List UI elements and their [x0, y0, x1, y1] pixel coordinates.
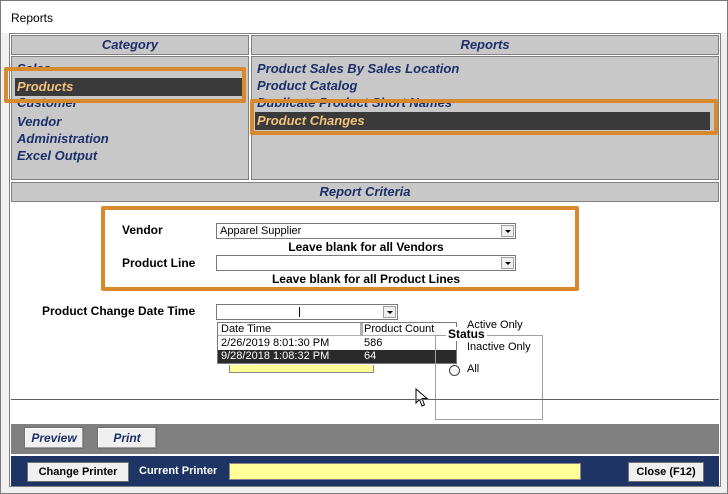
report-criteria-header: Report Criteria — [11, 182, 719, 202]
report-item-sales-by-location[interactable]: Product Sales By Sales Location — [257, 61, 459, 76]
radio-all[interactable]: All — [449, 363, 549, 377]
radio-active-only[interactable]: Active Only — [449, 319, 549, 333]
reports-header: Reports — [251, 35, 719, 55]
col-date-time: Date Time — [221, 323, 272, 335]
current-printer-label: Current Printer — [139, 465, 218, 477]
change-date-combo[interactable] — [216, 304, 398, 320]
separator-line — [11, 399, 719, 400]
reports-content: Category Sales Products Customer Vendor … — [4, 33, 721, 487]
row-count: 586 — [364, 337, 383, 349]
category-header: Category — [11, 35, 249, 55]
row-count: 64 — [364, 350, 377, 362]
dropdown-header: Date Time Product Count — [218, 323, 456, 336]
close-button[interactable]: Close (F12) — [628, 462, 704, 482]
col-product-count: Product Count — [364, 323, 435, 335]
reports-window: Reports Category Sales Products Customer… — [0, 0, 728, 494]
text-caret — [299, 307, 300, 317]
print-button[interactable]: Print — [97, 427, 157, 449]
window-title: Reports — [11, 11, 54, 25]
date-field-underlay — [229, 365, 374, 373]
radio-all-label: All — [467, 363, 480, 375]
radio-all-dot[interactable] — [449, 365, 460, 376]
change-date-dropdown-arrow-icon[interactable] — [383, 306, 396, 318]
category-item-excel-output[interactable]: Excel Output — [17, 148, 97, 163]
dropdown-row-selected[interactable]: 9/28/2018 1:08:32 PM 64 — [218, 350, 456, 363]
radio-inactive-only-label: Inactive Only — [467, 341, 531, 353]
row-date: 9/28/2018 1:08:32 PM — [221, 350, 330, 362]
highlight-vendor-productline — [101, 206, 579, 291]
row-date: 2/26/2019 8:01:30 PM — [221, 337, 330, 349]
title-bar: Reports — [1, 1, 727, 33]
change-date-dropdown-list: Date Time Product Count 2/26/2019 8:01:3… — [217, 322, 457, 364]
highlight-products — [4, 67, 246, 103]
current-printer-field — [229, 463, 581, 480]
radio-inactive-only[interactable]: Inactive Only — [449, 341, 549, 355]
highlight-product-changes — [250, 99, 718, 135]
action-button-bar: Preview Print — [11, 424, 719, 454]
change-date-label: Product Change Date Time — [42, 304, 196, 318]
dropdown-row[interactable]: 2/26/2019 8:01:30 PM 586 — [218, 337, 456, 350]
preview-button[interactable]: Preview — [24, 427, 84, 449]
radio-active-only-label: Active Only — [467, 319, 523, 331]
change-printer-button[interactable]: Change Printer — [27, 462, 129, 482]
report-item-product-catalog[interactable]: Product Catalog — [257, 78, 357, 93]
mouse-cursor-icon — [415, 388, 429, 407]
category-item-administration[interactable]: Administration — [17, 131, 109, 146]
category-item-vendor[interactable]: Vendor — [17, 114, 61, 129]
printer-bar: Change Printer Current Printer Close (F1… — [11, 456, 719, 486]
